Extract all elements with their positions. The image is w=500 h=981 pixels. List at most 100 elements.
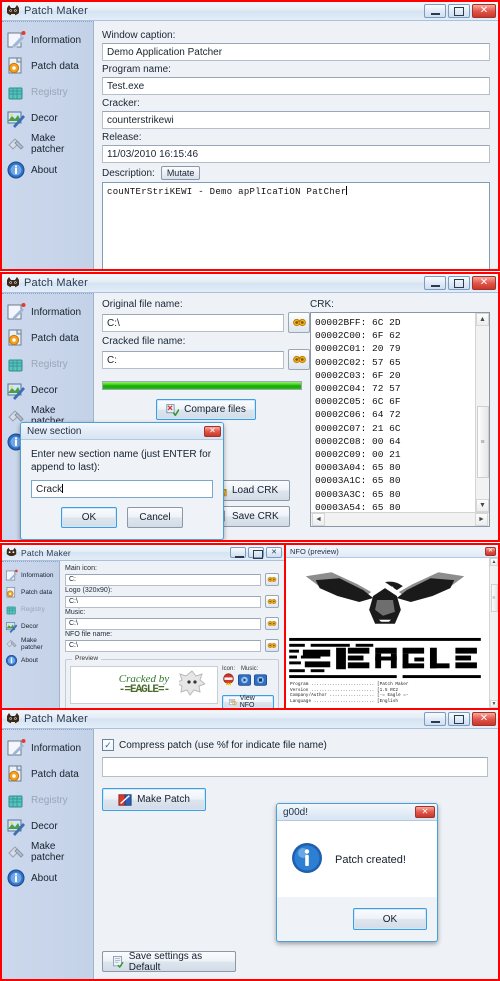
section-name-input[interactable]: Crack	[31, 480, 213, 498]
release-input[interactable]: 11/03/2010 16:15:46	[102, 145, 490, 163]
maximize-button[interactable]	[248, 547, 264, 558]
sidebar-item-registry[interactable]: Registry	[2, 601, 59, 618]
cancel-button[interactable]: Cancel	[127, 507, 183, 528]
sidebar-item-decor[interactable]: Decor	[2, 813, 93, 839]
sidebar-item-registry[interactable]: Registry	[2, 351, 93, 377]
logo-preview: Cracked by -=EAGLE=-	[70, 666, 218, 704]
sidebar-item-information[interactable]: Information	[2, 299, 93, 325]
close-button[interactable]: ✕	[472, 712, 496, 726]
close-button[interactable]: ✕	[472, 276, 496, 290]
dialog-close-button[interactable]: ✕	[415, 806, 435, 818]
stop-icon[interactable]	[222, 673, 235, 691]
scroll-thumb[interactable]: ≡	[490, 584, 498, 612]
titlebar[interactable]: Patch Maker ✕	[2, 2, 498, 21]
close-button[interactable]: ✕	[266, 547, 282, 558]
browse-nfo-button[interactable]	[265, 639, 279, 652]
program-name-input[interactable]: Test.exe	[102, 77, 490, 95]
crk-vertical-scrollbar[interactable]: ▲ ≡ ▼	[475, 313, 489, 512]
sidebar-item-patch-data[interactable]: Patch data	[2, 761, 93, 787]
original-file-label: Original file name:	[102, 299, 183, 310]
minimize-button[interactable]	[424, 4, 446, 18]
sidebar-item-patch-data[interactable]: Patch data	[2, 325, 93, 351]
cracked-file-input[interactable]: C:	[102, 350, 284, 369]
sidebar-item-patch-data[interactable]: Patch data	[2, 53, 93, 79]
compare-files-button[interactable]: Compare files	[156, 399, 256, 420]
dialog-titlebar[interactable]: g00d! ✕	[277, 804, 437, 821]
sidebar-item-registry[interactable]: Registry	[2, 787, 93, 813]
info-circle-icon	[6, 160, 26, 180]
sidebar-item-about[interactable]: About	[2, 652, 59, 669]
maximize-button[interactable]	[448, 4, 470, 18]
original-file-row: C:\	[102, 312, 310, 333]
cracker-input[interactable]: counterstrikewi	[102, 111, 490, 129]
sidebar-item-make-patcher[interactable]: Make patcher	[2, 839, 93, 865]
information-content: Window caption: Demo Application Patcher…	[94, 21, 498, 269]
sidebar-item-make-patcher[interactable]: Make patcher	[2, 131, 93, 157]
scroll-down-button[interactable]: ▼	[476, 499, 489, 512]
crk-horizontal-scrollbar[interactable]: ◄ ►	[311, 512, 489, 526]
nfo-titlebar[interactable]: NFO (preview) ✕	[286, 545, 498, 558]
window-patch-maker-information: Patch Maker ✕ Information Patch data Reg…	[0, 0, 500, 271]
sidebar-item-decor[interactable]: Decor	[2, 377, 93, 403]
music-play-button[interactable]	[238, 673, 251, 691]
make-patch-button[interactable]: Make Patch	[102, 788, 206, 811]
scroll-right-button[interactable]: ►	[475, 513, 488, 526]
browse-original-button[interactable]	[288, 312, 310, 333]
minimize-button[interactable]	[424, 276, 446, 290]
sidebar-item-make-patcher[interactable]: Make patcher	[2, 635, 59, 652]
titlebar[interactable]: Patch Maker ✕	[2, 710, 498, 729]
nfo-file-input[interactable]: C:\	[65, 639, 261, 652]
maximize-button[interactable]	[448, 276, 470, 290]
main-icon-input[interactable]: C:	[65, 573, 261, 586]
titlebar[interactable]: Patch Maker ✕	[2, 545, 284, 561]
scroll-up-button[interactable]: ▲	[476, 313, 489, 326]
scroll-thumb[interactable]: ≡	[476, 406, 489, 478]
music-input[interactable]: C:\	[65, 617, 261, 630]
sidebar-item-information[interactable]: Information	[2, 735, 93, 761]
sidebar-item-information[interactable]: Information	[2, 567, 59, 584]
music-stop-button[interactable]	[254, 673, 267, 691]
compress-patch-checkbox[interactable]: ✓	[102, 739, 114, 751]
nfo-close-button[interactable]: ✕	[485, 546, 496, 556]
titlebar[interactable]: Patch Maker ✕	[2, 274, 498, 293]
window-title: Patch Maker	[24, 713, 88, 725]
patchmaker-icon	[6, 547, 17, 558]
browse-cracked-button[interactable]	[288, 349, 310, 370]
sidebar-item-decor[interactable]: Decor	[2, 618, 59, 635]
scroll-left-button[interactable]: ◄	[312, 513, 325, 526]
description-text: couNTErStriKEWI - Demo apPlIcaTiON PatCh…	[107, 187, 347, 197]
window-caption-input[interactable]: Demo Application Patcher	[102, 43, 490, 61]
description-textarea[interactable]: couNTErStriKEWI - Demo apPlIcaTiON PatCh…	[102, 182, 490, 269]
sidebar-item-patch-data[interactable]: Patch data	[2, 584, 59, 601]
compress-patch-row[interactable]: ✓ Compress patch (use %f for indicate fi…	[102, 739, 488, 751]
browse-main-icon-button[interactable]	[265, 573, 279, 586]
close-button[interactable]: ✕	[472, 4, 496, 18]
view-nfo-button[interactable]: View NFO	[222, 695, 274, 708]
original-file-input[interactable]: C:\	[102, 313, 284, 332]
dialog-message: Patch created!	[335, 853, 406, 866]
dialog-close-button[interactable]: ✕	[204, 425, 221, 437]
crk-listbox[interactable]: 00002BFF: 6C 2D 00002C00: 6F 62 00002C01…	[310, 312, 490, 527]
save-settings-button[interactable]: Save settings as Default	[102, 950, 236, 973]
ok-button[interactable]: OK	[353, 908, 427, 930]
browse-music-button[interactable]	[265, 617, 279, 630]
nfo-vertical-scrollbar[interactable]: ▲ ≡ ▼	[489, 558, 498, 708]
save-settings-label: Save settings as Default	[128, 950, 203, 973]
sidebar-item-decor[interactable]: Decor	[2, 105, 93, 131]
browse-logo-button[interactable]	[265, 595, 279, 608]
sidebar-item-information[interactable]: Information	[2, 27, 93, 53]
sidebar-item-about[interactable]: About	[2, 865, 93, 891]
ok-button[interactable]: OK	[61, 507, 117, 528]
patch-output-path-input[interactable]	[102, 757, 488, 777]
scroll-up-button[interactable]: ▲	[490, 558, 498, 566]
scroll-down-button[interactable]: ▼	[490, 700, 498, 708]
maximize-button[interactable]	[448, 712, 470, 726]
sidebar-item-about[interactable]: About	[2, 157, 93, 183]
minimize-button[interactable]	[424, 712, 446, 726]
sidebar-item-registry[interactable]: Registry	[2, 79, 93, 105]
minimize-button[interactable]	[230, 547, 246, 558]
sidebar-make-patcher: Information Patch data Registry Decor Ma…	[2, 729, 94, 979]
logo-input[interactable]: C:\	[65, 595, 261, 608]
dialog-titlebar[interactable]: New section ✕	[21, 423, 223, 440]
mutate-button[interactable]: Mutate	[160, 166, 201, 180]
